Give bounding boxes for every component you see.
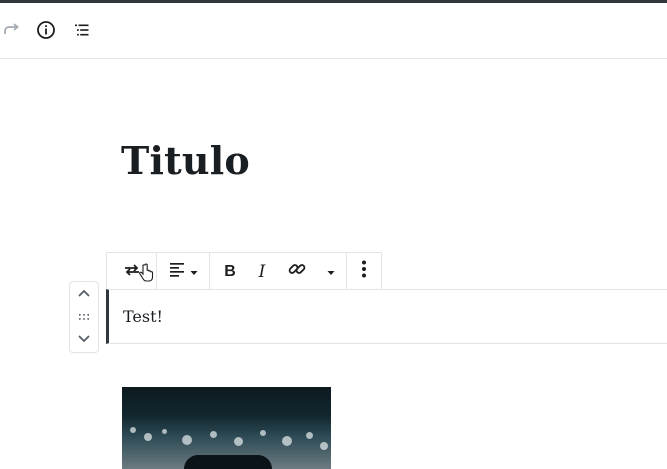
link-button[interactable]: [282, 253, 312, 290]
paragraph-text[interactable]: Test!: [123, 307, 163, 326]
image-detail: [184, 455, 272, 469]
image-block[interactable]: [122, 387, 331, 469]
chevron-up-icon: [77, 285, 91, 303]
image-detail: [260, 430, 266, 436]
format-group: B I: [210, 253, 347, 290]
info-icon: [36, 20, 56, 40]
outline-button[interactable]: [70, 18, 94, 42]
redo-button[interactable]: [0, 18, 24, 42]
image-detail: [144, 433, 152, 441]
info-button[interactable]: [34, 18, 58, 42]
more-formats-button[interactable]: [318, 253, 344, 290]
image-detail: [306, 432, 313, 439]
caret-down-icon: [327, 263, 335, 281]
hand-cursor-icon: [138, 263, 154, 288]
bold-button[interactable]: B: [216, 253, 244, 290]
link-icon: [287, 259, 307, 284]
caret-down-icon: [190, 263, 198, 281]
more-options-button[interactable]: [347, 253, 381, 290]
drag-handle-icon: [78, 308, 90, 326]
block-mover: [69, 281, 99, 353]
image-detail: [320, 442, 328, 450]
move-down-button[interactable]: [70, 329, 98, 351]
chevron-down-icon: [77, 331, 91, 349]
editor-header: [0, 3, 667, 59]
drag-handle[interactable]: [70, 306, 98, 328]
move-up-button[interactable]: [70, 283, 98, 305]
options-group: [347, 253, 381, 290]
post-title[interactable]: Titulo: [121, 136, 250, 186]
align-left-icon: [168, 260, 186, 283]
more-vertical-icon: [361, 259, 367, 284]
image-detail: [162, 429, 167, 434]
italic-button[interactable]: I: [248, 253, 276, 290]
paragraph-block[interactable]: Test!: [106, 289, 667, 344]
image-detail: [130, 427, 136, 433]
image-detail: [282, 436, 292, 446]
redo-icon: [2, 20, 22, 40]
list-icon: [72, 20, 92, 40]
image-detail: [210, 431, 217, 438]
align-group: [157, 253, 210, 290]
image-detail: [182, 435, 192, 445]
align-button[interactable]: [157, 253, 209, 290]
image-detail: [234, 437, 243, 446]
